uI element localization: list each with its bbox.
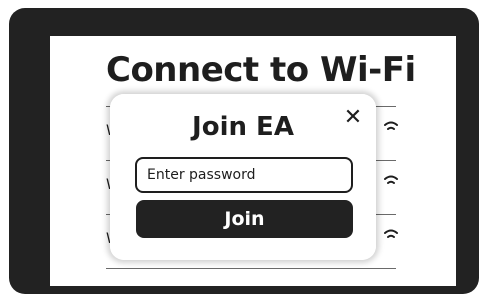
wifi-icon: [384, 121, 398, 130]
wifi-icon: [384, 175, 398, 184]
join-button[interactable]: Join: [136, 200, 353, 238]
join-network-dialog: Join EA ✕ Join: [110, 94, 376, 260]
divider: [106, 268, 396, 269]
dialog-title: Join EA: [192, 112, 294, 142]
page-title: Connect to Wi-Fi: [106, 50, 416, 90]
password-input[interactable]: [135, 157, 353, 193]
close-icon[interactable]: ✕: [342, 107, 364, 129]
wifi-icon: [384, 229, 398, 238]
